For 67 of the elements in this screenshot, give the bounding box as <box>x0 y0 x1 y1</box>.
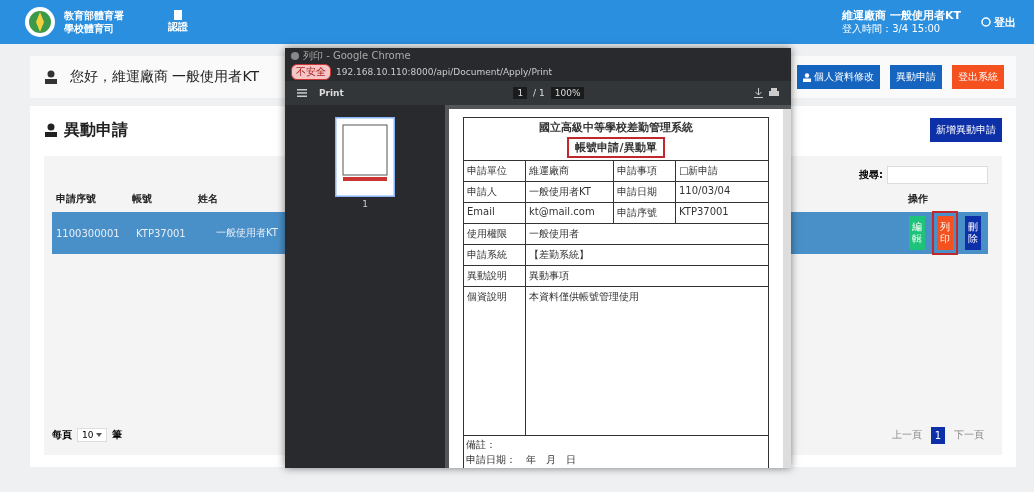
window-title: 列印 - Google Chrome <box>303 48 411 63</box>
form-cell: Email <box>464 203 526 223</box>
scrollbar[interactable] <box>783 109 791 468</box>
page-number-field[interactable]: 1 <box>513 87 528 99</box>
print-icon[interactable] <box>769 88 779 98</box>
form-cell-text: 110/03/04 <box>678 184 732 198</box>
action-button[interactable]: 刪除 <box>965 216 981 250</box>
form-cell: 申請日期 <box>614 182 676 202</box>
header-button[interactable]: 異動申請 <box>890 65 942 89</box>
panel-title: 異動申請 <box>64 119 128 141</box>
search-label: 搜尋: <box>859 168 883 182</box>
column-header[interactable]: 帳號 <box>128 192 194 206</box>
search-field[interactable] <box>887 166 988 184</box>
table-cell-text: KTP37001 <box>135 227 187 239</box>
form-cell: 維運廠商 <box>526 161 614 181</box>
form-cell-text: 本資料僅供帳號管理使用 <box>528 290 640 304</box>
caret-icon <box>96 433 103 437</box>
page-size-select[interactable]: 10 <box>77 428 108 442</box>
form-cell: 申請單位 <box>464 161 526 181</box>
emblem-icon <box>24 6 56 38</box>
form-cell: 個資說明 <box>464 287 526 435</box>
form-note: 備註： <box>466 438 497 452</box>
form-note: 申請日期： 年 月 日 <box>466 453 577 467</box>
form-cell-text: 異動事項 <box>528 269 570 283</box>
download-icon[interactable] <box>754 88 763 98</box>
page-size-label: 筆 <box>112 428 123 442</box>
document-title: Print <box>319 88 344 98</box>
form-cell: 申請人 <box>464 182 526 202</box>
table-cell-text: 1100300001 <box>55 227 121 239</box>
form-cell: 申請事項 <box>614 161 676 181</box>
menu-icon[interactable] <box>297 89 307 97</box>
form-cell-text: 【差勤系統】 <box>528 248 590 262</box>
table-cell-text: 一般使用者KT <box>215 226 279 240</box>
document-heading: 國立高級中等學校差勤管理系統 <box>539 120 693 135</box>
thumbnail-number: 1 <box>362 199 368 209</box>
power-icon <box>981 17 991 27</box>
column-header[interactable]: 申請序號 <box>52 192 128 206</box>
user-icon <box>44 70 58 84</box>
page-thumbnail[interactable] <box>335 117 395 197</box>
organization-name: 學校體育司 <box>64 22 115 35</box>
user-icon <box>44 123 58 137</box>
pagination-button[interactable]: 上一頁 <box>887 425 926 445</box>
add-button[interactable]: 新增異動申請 <box>930 118 1002 142</box>
organization-name: 教育部體育署 <box>64 9 124 22</box>
form-cell: 使用權限 <box>464 224 526 244</box>
greeting-text: 您好，維運廠商 一般使用者KT <box>70 68 260 86</box>
form-cell: 一般使用者KT <box>526 182 614 202</box>
user-name: 維運廠商 一般使用者KT <box>842 9 961 22</box>
form-cell-text: KTP37001 <box>678 205 730 219</box>
document-icon <box>174 10 182 20</box>
pagination-button[interactable]: 下一頁 <box>950 425 988 445</box>
form-cell: kt@mail.com <box>526 203 614 223</box>
zoom-field[interactable]: 100% <box>550 87 585 99</box>
url-text: 192.168.10.110:8000/api/Document/Apply/Print <box>336 67 553 77</box>
page-size-label: 每頁 <box>52 428 72 442</box>
document-subtitle: 帳號申請/異動單 <box>567 137 665 158</box>
login-time: 登入時間：3/4 15:00 <box>842 22 942 35</box>
column-header[interactable]: 操作 <box>904 192 988 206</box>
page-count: / 1 <box>533 88 545 98</box>
security-badge[interactable]: 不安全 <box>291 64 331 80</box>
form-cell: 申請序號 <box>614 203 676 223</box>
form-cell-text: 一般使用者 <box>528 227 580 241</box>
pagination-button[interactable]: 1 <box>930 426 945 444</box>
header-button[interactable]: 個人資料修改 <box>797 65 880 89</box>
form-cell-text: □新申請 <box>678 164 720 178</box>
form-cell: 異動說明 <box>464 266 526 286</box>
form-cell: 申請系統 <box>464 245 526 265</box>
